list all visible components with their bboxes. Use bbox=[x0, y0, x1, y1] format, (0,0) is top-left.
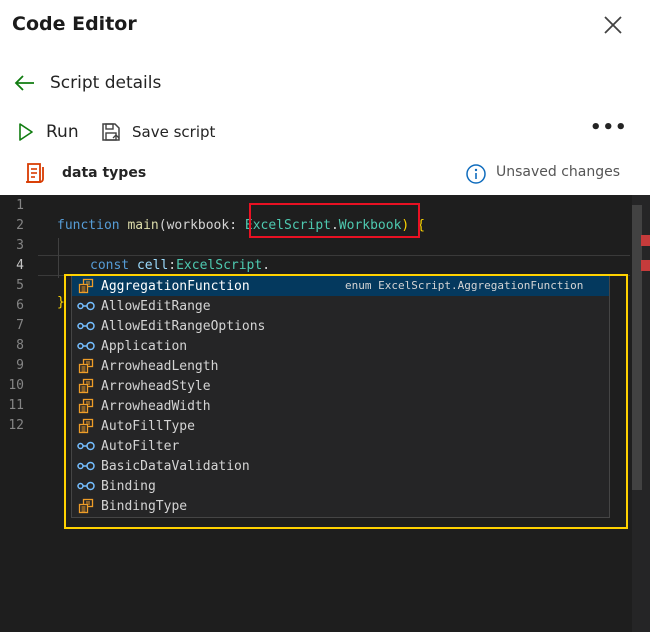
line-number: 3 bbox=[16, 238, 24, 253]
parameter: workbook bbox=[166, 218, 230, 233]
indent-guide bbox=[58, 238, 59, 278]
save-label: Save script bbox=[132, 123, 216, 141]
highlight-box-yellow bbox=[64, 274, 628, 529]
function-name: main bbox=[127, 218, 159, 233]
save-icon bbox=[102, 123, 120, 141]
keyword: function bbox=[57, 218, 120, 233]
line-number-active: 4 bbox=[16, 258, 24, 273]
back-label: Script details bbox=[50, 73, 162, 93]
keyword: const bbox=[90, 258, 130, 273]
line-number: 10 bbox=[8, 378, 24, 393]
save-status: Unsaved changes bbox=[496, 164, 621, 180]
line-number: 9 bbox=[16, 358, 24, 373]
punctuation: : bbox=[229, 218, 245, 233]
info-icon bbox=[465, 163, 487, 189]
play-icon bbox=[19, 123, 33, 141]
scrollbar-error-marker bbox=[641, 235, 650, 246]
arrow-left-icon bbox=[14, 75, 34, 91]
run-button[interactable]: Run bbox=[18, 119, 79, 145]
close-button[interactable] bbox=[600, 12, 626, 38]
highlight-box-red bbox=[249, 203, 420, 238]
line-number: 11 bbox=[8, 398, 24, 413]
close-icon bbox=[604, 16, 622, 34]
save-script-button[interactable]: Save script bbox=[100, 119, 215, 145]
type-namespace: ExcelScript bbox=[176, 258, 263, 273]
more-options-button[interactable]: ••• bbox=[590, 119, 627, 142]
code-line-4[interactable]: const cell:ExcelScript. bbox=[90, 258, 270, 273]
script-file-icon bbox=[24, 162, 46, 190]
punctuation: : bbox=[168, 258, 177, 273]
scrollbar-thumb[interactable] bbox=[632, 205, 642, 490]
punctuation: ( bbox=[158, 218, 167, 233]
script-name: data types bbox=[62, 165, 147, 181]
line-number: 1 bbox=[16, 198, 24, 213]
back-to-script-details[interactable]: Script details bbox=[14, 70, 161, 96]
line-number: 8 bbox=[16, 338, 24, 353]
line-number: 7 bbox=[16, 318, 24, 333]
punctuation: . bbox=[262, 258, 271, 273]
line-number: 6 bbox=[16, 298, 24, 313]
line-number: 12 bbox=[8, 418, 24, 433]
scrollbar-error-marker bbox=[641, 260, 650, 271]
code-editor[interactable]: 1 2 3 4 5 6 7 8 9 10 11 12 function main… bbox=[0, 195, 650, 632]
line-number: 2 bbox=[16, 218, 24, 233]
run-label: Run bbox=[46, 122, 79, 142]
line-number: 5 bbox=[16, 278, 24, 293]
variable-name: cell bbox=[136, 258, 169, 273]
panel-title: Code Editor bbox=[12, 13, 137, 35]
